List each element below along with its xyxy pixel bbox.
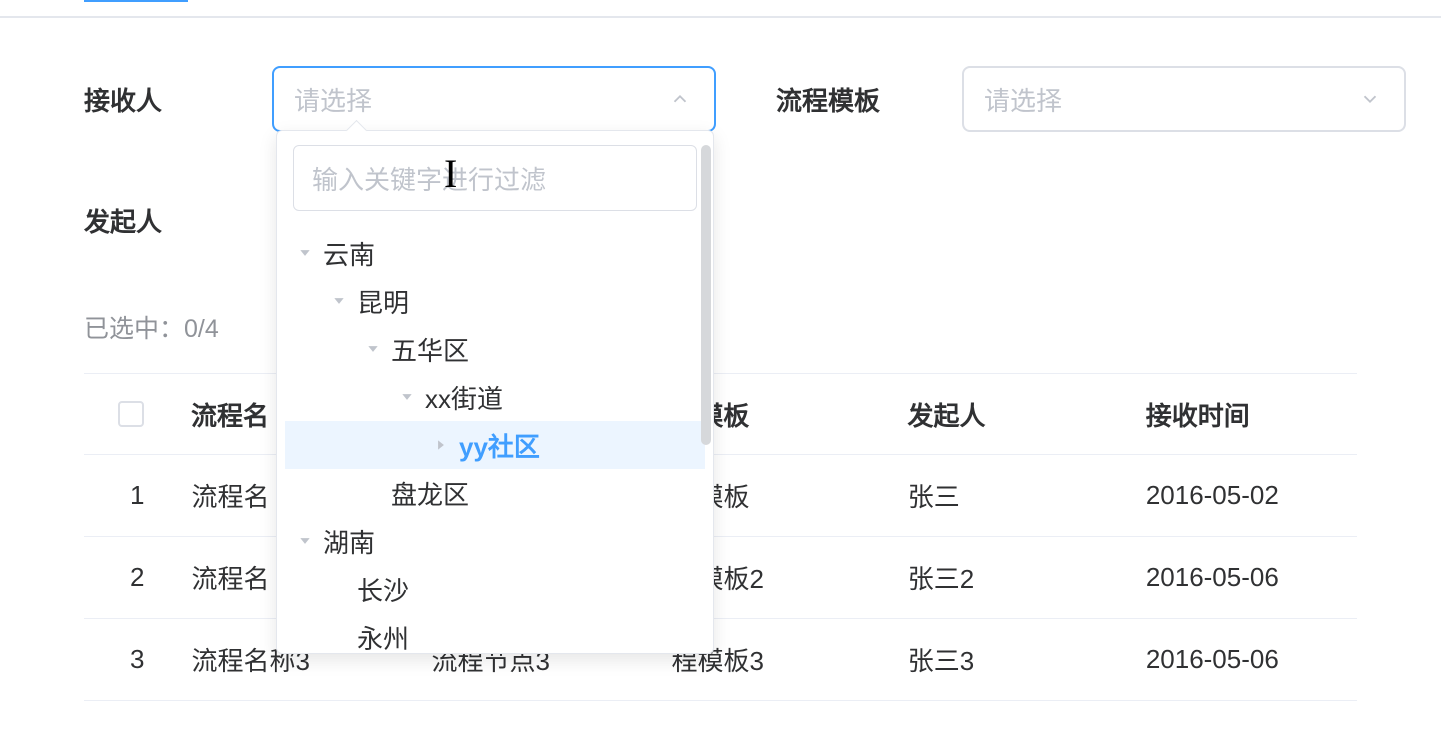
tree-label: 永州 bbox=[357, 619, 409, 656]
header-checkbox[interactable] bbox=[118, 401, 144, 427]
row-initiator: 张三 bbox=[908, 477, 1146, 514]
caret-down-icon[interactable] bbox=[293, 534, 317, 548]
tree-node-yycommunity[interactable]: yy社区 bbox=[285, 421, 705, 469]
tree-label: 盘龙区 bbox=[391, 475, 469, 512]
region-tree: 云南 昆明 五华区 xx街道 yy社区 盘龙区 湖南 长沙 bbox=[285, 229, 705, 661]
row-index: 2 bbox=[84, 562, 191, 593]
chevron-down-icon bbox=[1356, 85, 1384, 113]
tree-node-changsha[interactable]: 长沙 bbox=[285, 565, 705, 613]
template-placeholder: 请选择 bbox=[984, 81, 1356, 118]
chevron-up-icon bbox=[666, 85, 694, 113]
tree-label: xx街道 bbox=[425, 379, 503, 416]
receiver-placeholder: 请选择 bbox=[294, 81, 666, 118]
caret-down-icon[interactable] bbox=[395, 390, 419, 404]
receiver-select[interactable]: 请选择 bbox=[272, 66, 716, 132]
tree-node-wuhua[interactable]: 五华区 bbox=[285, 325, 705, 373]
tree-node-panlong[interactable]: 盘龙区 bbox=[285, 469, 705, 517]
initiator-label: 发起人 bbox=[84, 202, 272, 239]
tree-label: 长沙 bbox=[357, 571, 409, 608]
tree-node-kunming[interactable]: 昆明 bbox=[285, 277, 705, 325]
caret-down-icon[interactable] bbox=[361, 342, 385, 356]
tree-label: yy社区 bbox=[459, 427, 540, 464]
template-field: 流程模板 请选择 bbox=[776, 66, 1406, 132]
tree-label: 五华区 bbox=[391, 331, 469, 368]
receiver-label: 接收人 bbox=[84, 81, 272, 118]
table-row[interactable]: 3 流程名称3 流程节点3 程模板3 张三3 2016-05-06 bbox=[84, 619, 1357, 701]
row-index: 1 bbox=[84, 480, 191, 511]
filter-form: 接收人 请选择 流程模板 请选择 发起人 bbox=[0, 18, 1441, 239]
selection-count: 已选中：0/4 bbox=[0, 309, 1441, 345]
row-time: 2016-05-06 bbox=[1146, 644, 1357, 675]
tree-node-yunnan[interactable]: 云南 bbox=[285, 229, 705, 277]
caret-down-icon[interactable] bbox=[327, 294, 351, 308]
tree-label: 昆明 bbox=[357, 283, 409, 320]
header-time: 接收时间 bbox=[1146, 396, 1357, 433]
row-initiator: 张三2 bbox=[908, 559, 1146, 596]
dropdown-scrollbar[interactable] bbox=[701, 145, 711, 445]
selection-count-value: 0/4 bbox=[184, 315, 219, 343]
receiver-dropdown-panel: 输入关键字进行过滤 I 云南 昆明 五华区 xx街道 yy社区 盘龙区 bbox=[276, 130, 714, 654]
row-time: 2016-05-06 bbox=[1146, 562, 1357, 593]
template-select[interactable]: 请选择 bbox=[962, 66, 1406, 132]
selection-count-label: 已选中： bbox=[84, 315, 184, 343]
initiator-field: 发起人 bbox=[84, 202, 272, 239]
tree-node-hunan[interactable]: 湖南 bbox=[285, 517, 705, 565]
active-tab-indicator bbox=[84, 0, 188, 2]
row-time: 2016-05-02 bbox=[1146, 480, 1357, 511]
tree-filter-placeholder: 输入关键字进行过滤 bbox=[312, 160, 546, 197]
receiver-field: 接收人 请选择 bbox=[84, 66, 716, 132]
tree-label: 湖南 bbox=[323, 523, 375, 560]
header-checkbox-cell bbox=[84, 401, 191, 427]
tree-node-yongzhou[interactable]: 永州 bbox=[285, 613, 705, 661]
caret-down-icon[interactable] bbox=[293, 246, 317, 260]
table-row[interactable]: 2 流程名 程模板2 张三2 2016-05-06 bbox=[84, 537, 1357, 619]
header-initiator: 发起人 bbox=[908, 396, 1146, 433]
tree-node-xxstreet[interactable]: xx街道 bbox=[285, 373, 705, 421]
tab-bar bbox=[0, 0, 1441, 18]
template-label: 流程模板 bbox=[776, 81, 962, 118]
row-initiator: 张三3 bbox=[908, 641, 1146, 678]
caret-right-icon[interactable] bbox=[429, 438, 453, 452]
table-row[interactable]: 1 流程名 程模板 张三 2016-05-02 bbox=[84, 455, 1357, 537]
table-header-row: 流程名 程模板 发起人 接收时间 bbox=[84, 373, 1357, 455]
tree-label: 云南 bbox=[323, 235, 375, 272]
row-index: 3 bbox=[84, 644, 191, 675]
process-table: 流程名 程模板 发起人 接收时间 1 流程名 程模板 张三 2016-05-02… bbox=[0, 373, 1441, 701]
tree-filter-input[interactable]: 输入关键字进行过滤 I bbox=[293, 145, 697, 211]
